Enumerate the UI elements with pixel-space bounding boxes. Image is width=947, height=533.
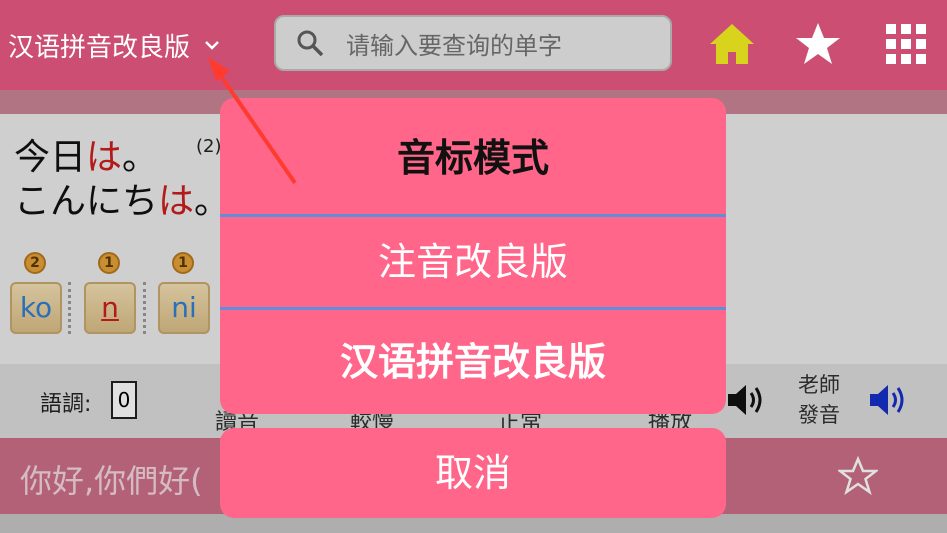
cancel-button[interactable]: 取消 [220, 428, 726, 518]
search-placeholder: 请输入要查询的单字 [346, 31, 562, 60]
search-input[interactable]: 请输入要查询的单字 [274, 15, 672, 71]
app-bar: 汉语拼音改良版 请输入要查询的单字 [0, 0, 947, 90]
mode-dropdown[interactable]: 汉语拼音改良版 [8, 24, 220, 66]
option-zhuyin[interactable]: 注音改良版 [220, 217, 726, 307]
pointer-arrow-icon [208, 57, 297, 185]
search-icon [297, 30, 324, 57]
grid-menu-icon[interactable] [882, 20, 930, 68]
option-pinyin[interactable]: 汉语拼音改良版 [220, 310, 726, 414]
chevron-down-icon [205, 41, 219, 50]
star-icon[interactable] [794, 20, 842, 68]
home-icon[interactable] [708, 20, 756, 68]
mode-label: 汉语拼音改良版 [8, 32, 191, 63]
